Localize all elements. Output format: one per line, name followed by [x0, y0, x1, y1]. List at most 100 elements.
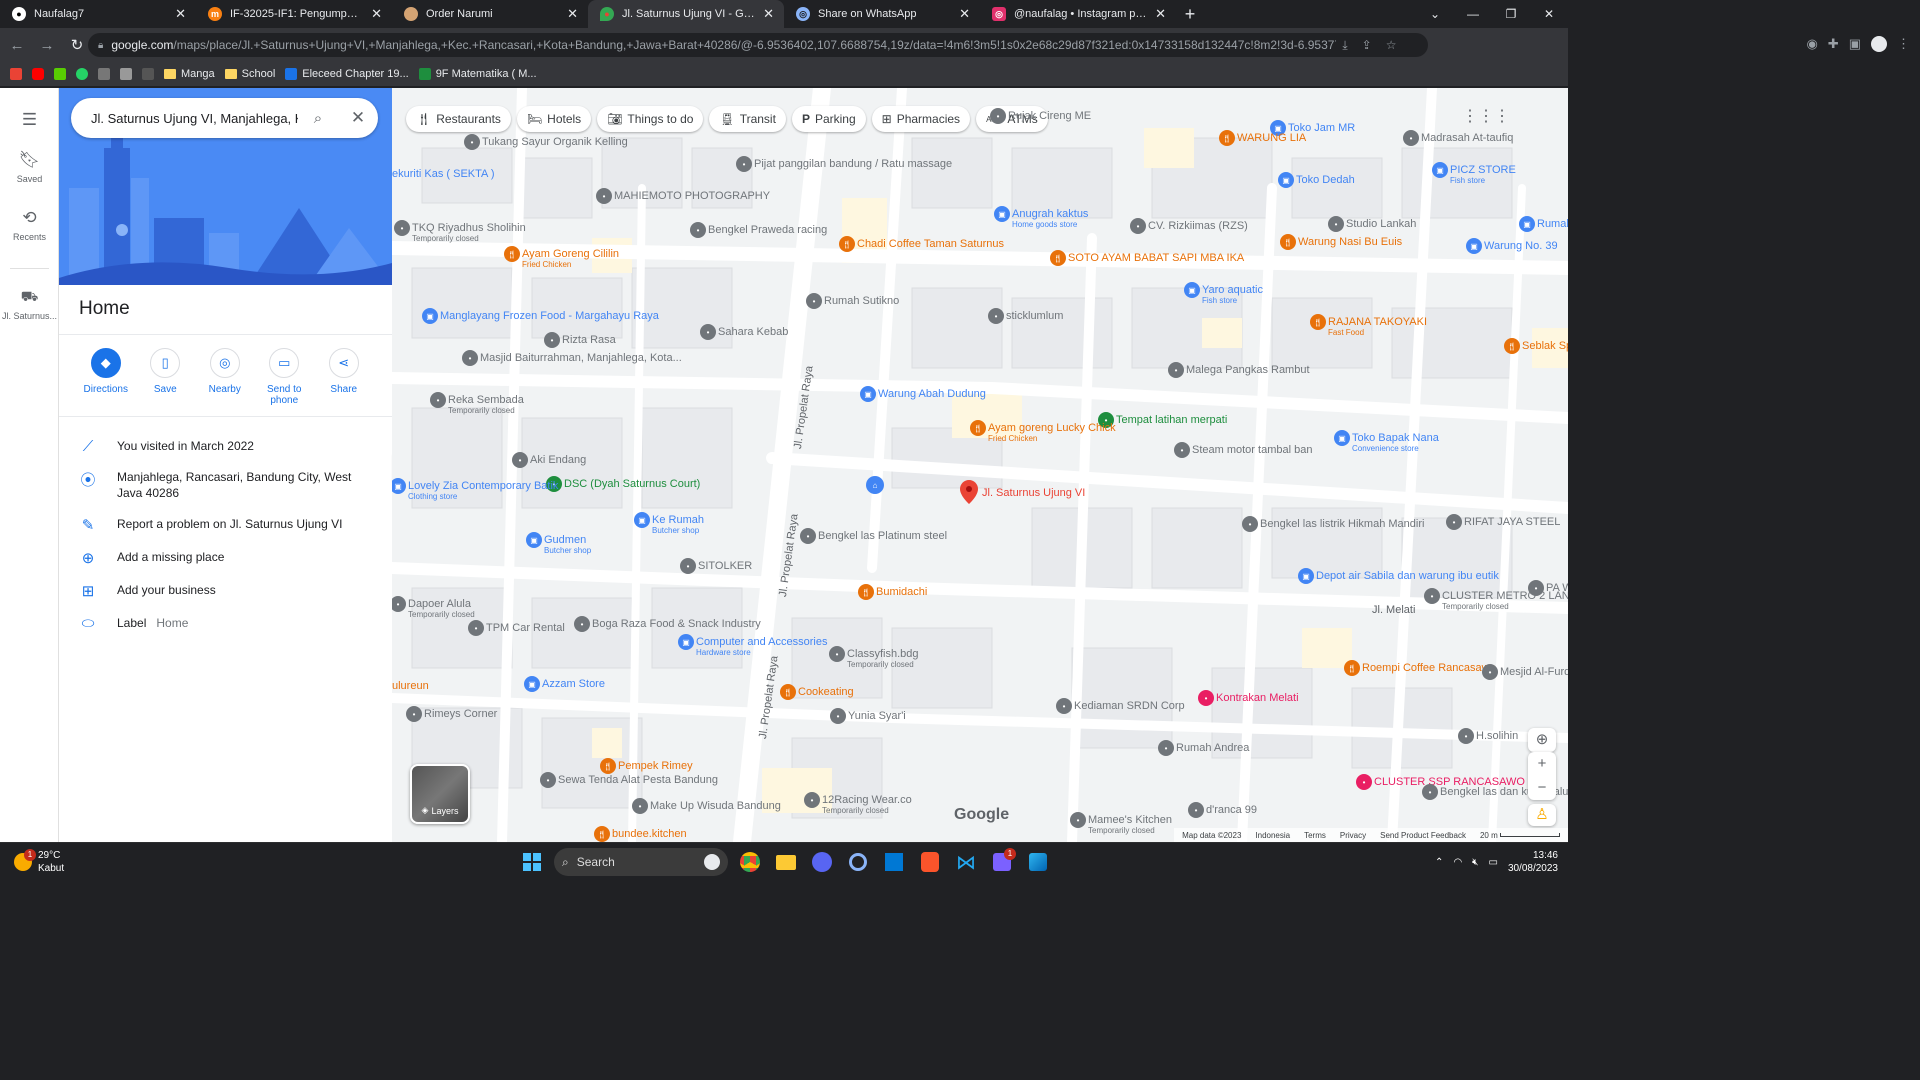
- poi-label[interactable]: Ayam Goreng Cililin Fried Chicken: [522, 248, 619, 270]
- poi-pin-icon[interactable]: 🍴︎: [1219, 130, 1235, 146]
- poi-pin-icon[interactable]: ▣: [524, 676, 540, 692]
- bookmark-folder-school[interactable]: School: [224, 68, 275, 80]
- poi-pin-icon[interactable]: ▣: [1466, 238, 1482, 254]
- poi-pin-icon[interactable]: •: [1424, 588, 1440, 604]
- poi-pin-icon[interactable]: ▣: [1298, 568, 1314, 584]
- poi-label[interactable]: Pijat panggilan bandung / Ratu massage: [754, 158, 952, 170]
- bookmark-site-2[interactable]: [120, 68, 132, 80]
- poi-pin-icon[interactable]: •: [430, 392, 446, 408]
- poi-label[interactable]: ekuriti Kas ( SEKTA ): [392, 168, 495, 180]
- poi-label[interactable]: SOTO AYAM BABAT SAPI MBA IKA: [1068, 252, 1244, 264]
- poi-label[interactable]: Computer and Accessories Hardware store: [696, 636, 827, 658]
- chip-pharmacies[interactable]: ⊞ Pharmacies: [871, 106, 971, 132]
- poi-pin-icon[interactable]: •: [1174, 442, 1190, 458]
- poi-pin-icon[interactable]: ▣: [526, 532, 542, 548]
- poi-pin-icon[interactable]: •: [1403, 130, 1419, 146]
- browser-tab-order[interactable]: Order Narumi ✕: [392, 0, 588, 28]
- poi-label[interactable]: DSC (Dyah Saturnus Court): [564, 478, 700, 490]
- profile-avatar[interactable]: [1871, 36, 1887, 52]
- close-tab-icon[interactable]: ✕: [1155, 6, 1166, 22]
- selected-place-label[interactable]: Jl. Saturnus Ujung VI: [982, 487, 1085, 499]
- poi-pin-icon[interactable]: •: [829, 646, 845, 662]
- poi-pin-icon[interactable]: 🍴︎: [970, 420, 986, 436]
- chevron-up-icon[interactable]: ⌃: [1435, 857, 1443, 868]
- poi-label[interactable]: 12Racing Wear.co Temporarily closed: [822, 794, 912, 816]
- poi-label[interactable]: Gudmen Butcher shop: [544, 534, 591, 556]
- poi-pin-icon[interactable]: •: [394, 220, 410, 236]
- poi-label[interactable]: PA W: [1546, 582, 1568, 594]
- poi-pin-icon[interactable]: ▣: [1278, 172, 1294, 188]
- poi-label[interactable]: Steam motor tambal ban: [1192, 444, 1312, 456]
- poi-label[interactable]: Dapoer Alula Temporarily closed: [408, 598, 475, 620]
- my-location-button[interactable]: ⊕: [1528, 728, 1556, 752]
- poi-label[interactable]: Yaro aquatic Fish store: [1202, 284, 1263, 306]
- poi-label[interactable]: Masjid Baiturrahman, Manjahlega, Kota...: [480, 352, 682, 364]
- poi-pin-icon[interactable]: •: [1528, 580, 1544, 596]
- pegman-button[interactable]: ♙: [1528, 804, 1556, 826]
- weather-widget[interactable]: 1 29°C Kabut: [14, 849, 64, 875]
- poi-label[interactable]: Tukang Sayur Organik Kelling: [482, 136, 628, 148]
- extension-icon-1[interactable]: ◉: [1806, 36, 1817, 52]
- poi-label[interactable]: Azzam Store: [542, 678, 605, 690]
- poi-label[interactable]: Warung Abah Dudung: [878, 388, 986, 400]
- poi-label[interactable]: SITOLKER: [698, 560, 752, 572]
- close-tab-icon[interactable]: ✕: [567, 6, 578, 22]
- chip-parking[interactable]: P Parking: [791, 106, 866, 132]
- poi-label[interactable]: Toko Bapak Nana Convenience store: [1352, 432, 1439, 454]
- back-icon[interactable]: ←: [4, 32, 30, 58]
- browser-tab-instagram[interactable]: ◎ @naufalag • Instagram photos ar ✕: [980, 0, 1176, 28]
- poi-label[interactable]: RAJANA TAKOYAKI Fast Food: [1328, 316, 1427, 338]
- discord-app[interactable]: [808, 848, 836, 876]
- recent-place-button[interactable]: ⛟ Jl. Saturnus...: [0, 288, 59, 321]
- poi-label[interactable]: Ayam goreng Lucky Chick Fried Chicken: [988, 422, 1116, 444]
- poi-pin-icon[interactable]: ▣: [1519, 216, 1535, 232]
- poi-pin-icon[interactable]: •: [1070, 812, 1086, 828]
- close-tab-icon[interactable]: ✕: [175, 6, 186, 22]
- bookmark-site-1[interactable]: [98, 68, 110, 80]
- browser-tab-moodle[interactable]: m IF-32025-IF1: Pengumpulan Prog ✕: [196, 0, 392, 28]
- poi-label[interactable]: Yunia Syar'i: [848, 710, 906, 722]
- browser-tab-maps[interactable]: ● Jl. Saturnus Ujung VI - Google M ✕: [588, 0, 784, 28]
- poi-label[interactable]: Rumah Andrea: [1176, 742, 1249, 754]
- poi-pin-icon[interactable]: •: [736, 156, 752, 172]
- close-window-icon[interactable]: ✕: [1530, 0, 1568, 28]
- poi-label[interactable]: Manglayang Frozen Food - Margahayu Raya: [440, 310, 659, 322]
- wifi-icon[interactable]: ◠: [1453, 857, 1462, 868]
- poi-pin-icon[interactable]: 🍴︎: [780, 684, 796, 700]
- poi-pin-icon[interactable]: •: [1446, 514, 1462, 530]
- poi-pin-icon[interactable]: •: [406, 706, 422, 722]
- poi-label[interactable]: Boga Raza Food & Snack Industry: [592, 618, 761, 630]
- paint-app[interactable]: [1024, 848, 1052, 876]
- bookmark-duolingo[interactable]: [54, 68, 66, 80]
- browser-tab-github[interactable]: ● Naufalag7 ✕: [0, 0, 196, 28]
- vscode-app[interactable]: ⋈: [952, 848, 980, 876]
- zoom-in-button[interactable]: +: [1528, 752, 1556, 776]
- poi-label[interactable]: Lovely Zia Contemporary Batik Clothing st…: [408, 480, 558, 502]
- lock-icon[interactable]: 🔒︎: [98, 40, 103, 51]
- search-icon[interactable]: ⌕: [298, 110, 338, 127]
- poi-pin-icon[interactable]: •: [468, 620, 484, 636]
- volume-mute-icon[interactable]: 🔇︎: [1472, 857, 1478, 868]
- bookmark-youtube[interactable]: [32, 68, 44, 80]
- poi-pin-icon[interactable]: •: [1198, 690, 1214, 706]
- poi-pin-icon[interactable]: •: [632, 798, 648, 814]
- chip-transit[interactable]: 🚆︎ Transit: [709, 106, 786, 132]
- file-explorer-app[interactable]: [772, 848, 800, 876]
- location-marker-icon[interactable]: ⌂: [866, 476, 884, 494]
- poi-label[interactable]: Malega Pangkas Rambut: [1186, 364, 1310, 376]
- poi-pin-icon[interactable]: •: [1458, 728, 1474, 744]
- poi-pin-icon[interactable]: •: [1158, 740, 1174, 756]
- poi-label[interactable]: Warung No. 39: [1484, 240, 1558, 252]
- apps-grid-icon[interactable]: ⋮⋮⋮: [1462, 106, 1510, 126]
- poi-label[interactable]: Chadi Coffee Taman Saturnus: [857, 238, 1004, 250]
- poi-label[interactable]: Sahara Kebab: [718, 326, 788, 338]
- star-icon[interactable]: ☆: [1386, 38, 1397, 53]
- poi-label[interactable]: Rimeys Corner: [424, 708, 497, 720]
- poi-label[interactable]: bundee.kitchen: [612, 828, 687, 840]
- poi-pin-icon[interactable]: •: [1056, 698, 1072, 714]
- saved-button[interactable]: 🔖︎ Saved: [0, 150, 59, 184]
- poi-pin-icon[interactable]: •: [462, 350, 478, 366]
- search-box[interactable]: Jl. Saturnus Ujung VI, Manjahlega, Ke ⌕ …: [71, 98, 378, 138]
- poi-pin-icon[interactable]: •: [700, 324, 716, 340]
- battery-icon[interactable]: ▭: [1488, 857, 1497, 868]
